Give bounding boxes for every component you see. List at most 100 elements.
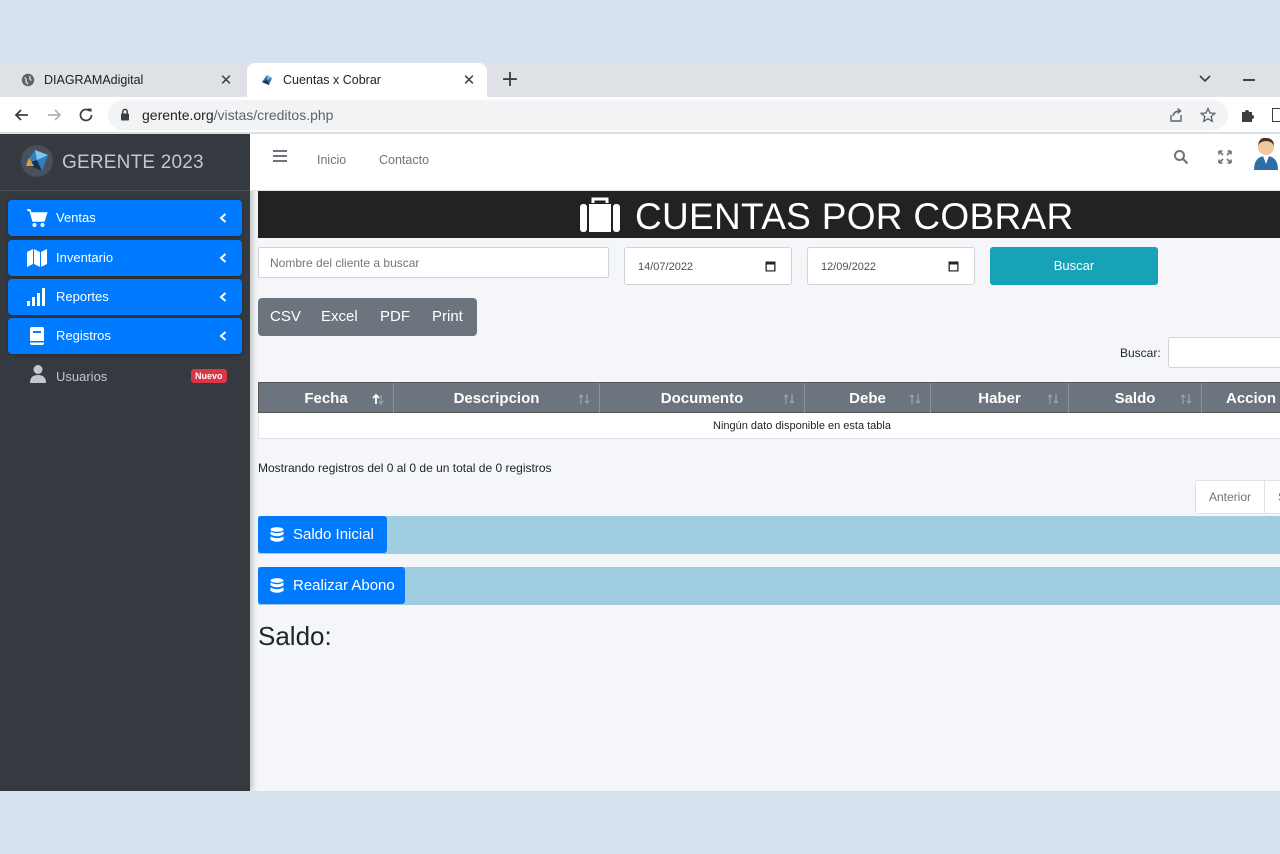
pagination: Anterior Siguiente (1195, 480, 1280, 514)
chevron-left-icon (219, 253, 227, 263)
column-header-haber[interactable]: Haber (931, 383, 1069, 413)
column-label: Accion (1226, 390, 1277, 407)
date-to-value: 12/09/2022 (821, 261, 877, 273)
user-avatar[interactable] (1250, 134, 1280, 170)
sidebar-item-inventario[interactable]: Inventario (8, 240, 242, 276)
sort-icon (1180, 394, 1192, 404)
realizar-abono-button[interactable]: Realizar Abono (258, 567, 405, 604)
column-header-saldo[interactable]: Saldo (1069, 383, 1202, 413)
saldo-inicial-strip: Saldo Inicial (258, 516, 1280, 554)
sidebar-item-label: Usuarios (56, 369, 108, 384)
url-path: /vistas/creditos.php (213, 107, 334, 123)
tab-title: Cuentas x Cobrar (283, 73, 381, 87)
hamburger-menu-icon[interactable] (273, 150, 287, 162)
sidebar-item-usuarios[interactable]: Usuarios Nuevo (8, 357, 242, 393)
export-button-group: CSV Excel PDF Print (258, 298, 477, 336)
minimize-icon[interactable] (1243, 79, 1255, 81)
calendar-icon[interactable] (948, 260, 959, 272)
map-icon (27, 249, 47, 267)
sidebar-item-reportes[interactable]: Reportes (8, 279, 242, 315)
top-navbar: Inicio Contacto (250, 134, 1280, 191)
brand-text: GERENTE 2023 (62, 152, 204, 173)
brand[interactable]: GERENTE 2023 (0, 134, 250, 191)
browser-tab-diagramadigital[interactable]: DIAGRAMAdigital ✕ (8, 63, 244, 97)
client-search-input[interactable] (258, 247, 609, 278)
table-header: Fecha Descripcion Documento Debe Haber S… (258, 382, 1280, 413)
sidebar-item-label: Ventas (56, 210, 96, 225)
sidebar-item-ventas[interactable]: Ventas (8, 200, 242, 236)
realizar-abono-label: Realizar Abono (293, 577, 395, 594)
forward-arrow-icon[interactable] (44, 105, 64, 125)
new-tab-icon[interactable]: + (499, 68, 521, 92)
tab-title: DIAGRAMAdigital (44, 73, 144, 87)
excel-button[interactable]: Excel (321, 308, 358, 325)
empty-table-message: Ningún dato disponible en esta tabla (713, 420, 891, 432)
close-icon[interactable]: ✕ (218, 70, 234, 90)
saldo-inicial-label: Saldo Inicial (293, 526, 374, 543)
page-title-bar: CUENTAS POR COBRAR (258, 191, 1280, 238)
sort-ascending-icon (372, 393, 384, 405)
cart-icon (27, 209, 48, 227)
column-label: Documento (660, 390, 744, 407)
pagination-previous[interactable]: Anterior (1196, 481, 1265, 513)
print-button[interactable]: Print (432, 308, 463, 325)
search-icon[interactable] (1173, 149, 1189, 165)
browser-toolbar: gerente.org/vistas/creditos.php (0, 97, 1280, 133)
column-header-descripcion[interactable]: Descripcion (394, 383, 600, 413)
main-content: CUENTAS POR COBRAR 14/07/2022 12/09/2022… (258, 191, 1280, 791)
nav-link-contacto[interactable]: Contacto (379, 153, 429, 167)
table-search-input[interactable] (1168, 337, 1280, 368)
url-text: gerente.org/vistas/creditos.php (142, 107, 333, 123)
sidebar-item-registros[interactable]: Registros (8, 318, 242, 354)
chevron-left-icon (219, 292, 227, 302)
sidebar-item-label: Registros (56, 328, 111, 343)
share-icon[interactable] (1168, 107, 1184, 123)
pdf-button[interactable]: PDF (380, 308, 410, 325)
csv-button[interactable]: CSV (270, 308, 301, 325)
page-title: CUENTAS POR COBRAR (635, 196, 1074, 237)
suitcase-icon (580, 197, 620, 232)
app-window: GERENTE 2023 Ventas Inventario Reportes … (0, 134, 1280, 791)
date-from-value: 14/07/2022 (638, 261, 694, 273)
empty-table-row: Ningún dato disponible en esta tabla (258, 413, 1280, 439)
chevron-down-icon[interactable] (1196, 70, 1214, 88)
column-header-fecha[interactable]: Fecha (259, 383, 394, 413)
user-icon (30, 365, 46, 383)
search-button[interactable]: Buscar (990, 247, 1158, 285)
table-search-label: Buscar: (1120, 346, 1161, 360)
sidebar-item-label: Inventario (56, 250, 114, 265)
back-arrow-icon[interactable] (12, 105, 32, 125)
nav-link-inicio[interactable]: Inicio (317, 153, 346, 167)
globe-icon (21, 73, 35, 87)
column-header-accion[interactable]: Accion (1202, 383, 1280, 413)
book-icon (30, 327, 44, 345)
column-label: Descripcion (453, 390, 540, 407)
chevron-left-icon (219, 331, 227, 341)
pagination-next[interactable]: Siguiente (1266, 481, 1280, 513)
address-bar[interactable]: gerente.org/vistas/creditos.php (108, 100, 1228, 130)
date-from-field[interactable]: 14/07/2022 (624, 247, 792, 285)
side-panel-icon[interactable] (1272, 108, 1280, 122)
saldo-inicial-button[interactable]: Saldo Inicial (258, 516, 387, 553)
saldo-label: Saldo: (258, 621, 332, 651)
browser-tab-strip: DIAGRAMAdigital ✕ Cuentas x Cobrar ✕ + (0, 63, 1280, 97)
realizar-abono-strip: Realizar Abono (258, 567, 1280, 605)
column-header-documento[interactable]: Documento (600, 383, 805, 413)
reload-icon[interactable] (76, 105, 96, 125)
lock-icon (121, 108, 129, 121)
extensions-puzzle-icon[interactable] (1240, 107, 1256, 123)
sort-icon (1047, 394, 1059, 404)
browser-tab-cuentas[interactable]: Cuentas x Cobrar ✕ (247, 63, 487, 97)
site-favicon-icon (262, 75, 272, 85)
brand-logo-icon (21, 145, 53, 177)
sort-icon (909, 394, 921, 404)
close-icon[interactable]: ✕ (461, 70, 477, 90)
bookmark-star-icon[interactable] (1200, 107, 1216, 123)
sidebar-item-label: Reportes (56, 289, 109, 304)
fullscreen-icon[interactable] (1217, 149, 1233, 165)
column-header-debe[interactable]: Debe (805, 383, 931, 413)
calendar-icon[interactable] (765, 260, 776, 272)
date-to-field[interactable]: 12/09/2022 (807, 247, 975, 285)
sort-icon (783, 394, 795, 404)
new-badge: Nuevo (191, 369, 227, 383)
